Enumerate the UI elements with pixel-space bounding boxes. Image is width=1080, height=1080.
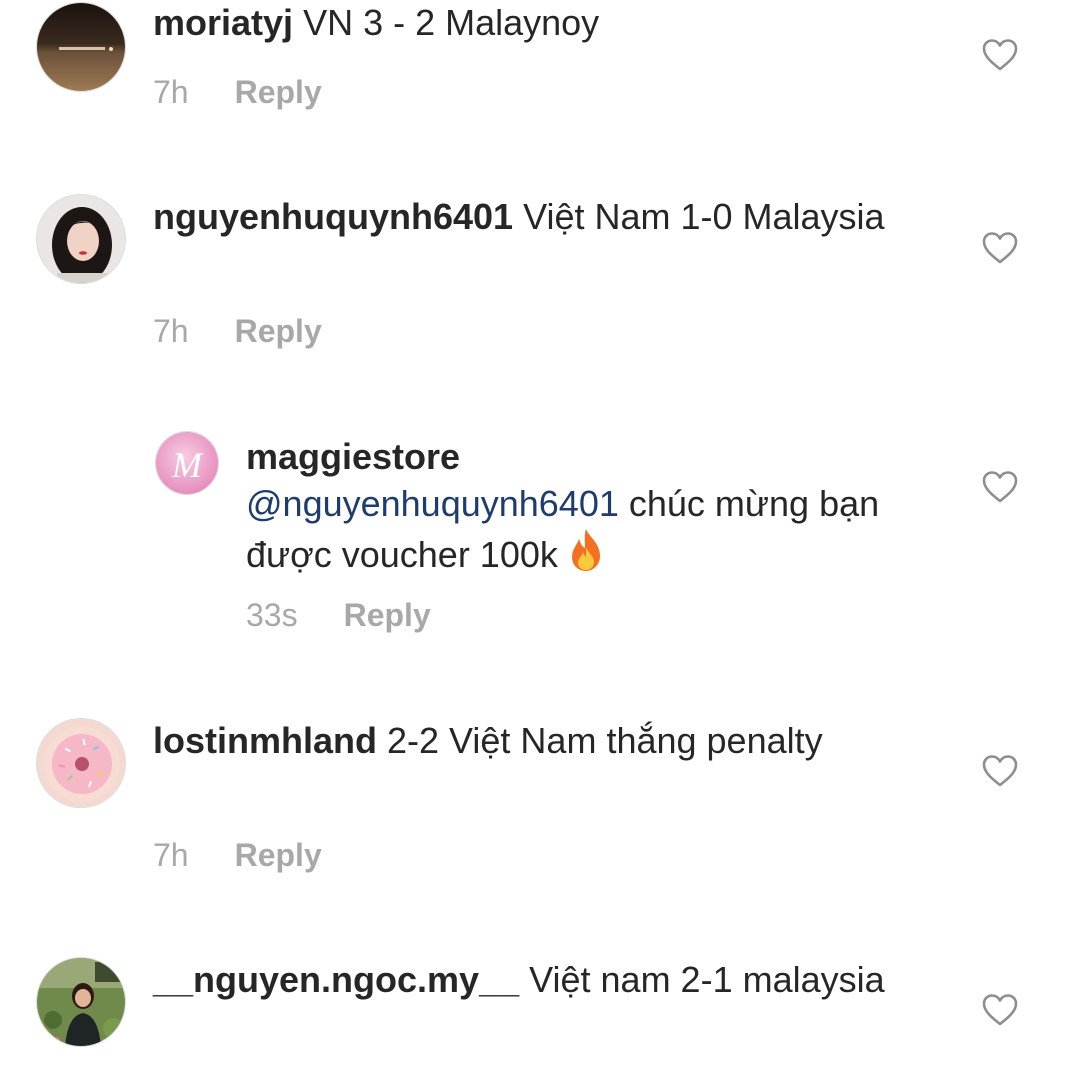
- comment-body: Việt nam 2-1 malaysia: [529, 959, 885, 1000]
- reply-button[interactable]: Reply: [235, 72, 322, 112]
- fire-icon: [571, 529, 600, 571]
- comment-username[interactable]: maggiestore: [246, 436, 460, 477]
- person-photo-icon: [37, 958, 125, 1046]
- portrait-photo-icon: [37, 195, 125, 283]
- like-button[interactable]: [981, 38, 1019, 72]
- like-button[interactable]: [981, 231, 1019, 265]
- like-button[interactable]: [981, 993, 1019, 1027]
- comment-meta: 7h Reply: [153, 311, 322, 351]
- comment-time: 33s: [246, 597, 298, 633]
- avatar-nguyenhuquynh6401[interactable]: [36, 194, 126, 284]
- comment-username[interactable]: lostinmhland: [153, 720, 377, 761]
- comment-time: 7h: [153, 313, 189, 349]
- comment-meta: 7h Reply: [153, 72, 322, 112]
- donut-photo-icon: [37, 719, 125, 807]
- comment-meta: 7h Reply: [153, 835, 322, 875]
- reply-button[interactable]: Reply: [344, 595, 431, 635]
- heart-outline-icon: [982, 39, 1018, 71]
- avatar-letters: M: [171, 445, 204, 485]
- heart-outline-icon: [982, 994, 1018, 1026]
- comment-text: lostinmhland 2-2 Việt Nam thắng penalty: [153, 717, 913, 764]
- comment-item: moriatyj VN 3 - 2 Malaynoy 7h Reply: [0, 0, 1080, 150]
- avatar-nguyen-ngoc-my[interactable]: [36, 957, 126, 1047]
- comment-time: 7h: [153, 837, 189, 873]
- comment-meta: 33s Reply: [246, 595, 431, 635]
- comment-username[interactable]: nguyenhuquynh6401: [153, 196, 513, 237]
- mention-link[interactable]: @nguyenhuquynh6401: [246, 483, 619, 524]
- reply-button[interactable]: Reply: [235, 835, 322, 875]
- comment-time: 7h: [153, 74, 189, 110]
- avatar-lostinmhland[interactable]: [36, 718, 126, 808]
- fire-emoji: [566, 527, 606, 573]
- comment-username[interactable]: moriatyj: [153, 2, 293, 43]
- like-button[interactable]: [981, 470, 1019, 504]
- avatar-maggiestore[interactable]: M: [155, 431, 219, 495]
- like-button[interactable]: [981, 754, 1019, 788]
- comment-text: __nguyen.ngoc.my__ Việt nam 2-1 malaysia: [153, 956, 913, 1003]
- comment-text: nguyenhuquynh6401 Việt Nam 1-0 Malaysia: [153, 193, 913, 240]
- comment-body: VN 3 - 2 Malaynoy: [303, 2, 600, 43]
- heart-outline-icon: [982, 471, 1018, 503]
- reply-button[interactable]: Reply: [235, 311, 322, 351]
- heart-outline-icon: [982, 232, 1018, 264]
- wooden-floor-photo-icon: [37, 3, 125, 91]
- heart-outline-icon: [982, 755, 1018, 787]
- comment-username[interactable]: __nguyen.ngoc.my__: [153, 959, 519, 1000]
- comment-body: Việt Nam 1-0 Malaysia: [523, 196, 885, 237]
- avatar-moriatyj[interactable]: [36, 2, 126, 92]
- maggie-logo-icon: M: [156, 432, 218, 494]
- comment-text: maggiestore @nguyenhuquynh6401 chúc mừng…: [246, 433, 946, 578]
- comment-body: 2-2 Việt Nam thắng penalty: [387, 720, 823, 761]
- comment-text: moriatyj VN 3 - 2 Malaynoy: [153, 0, 913, 46]
